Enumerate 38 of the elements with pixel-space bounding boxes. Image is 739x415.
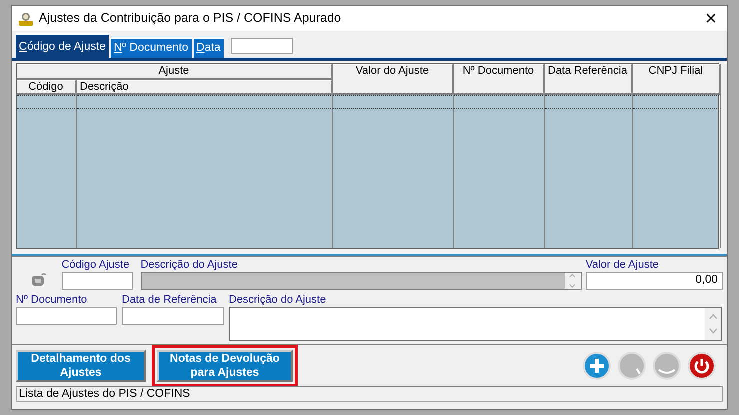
add-icon[interactable] [582, 350, 612, 380]
table-cell[interactable] [633, 95, 721, 109]
input-field[interactable] [122, 307, 224, 325]
field-label: Descrição do Ajuste [140, 259, 239, 272]
status-bar: Lista de Ajustes do PIS / COFINS [16, 386, 723, 402]
table-cell[interactable] [333, 95, 454, 109]
input-field[interactable]: 0,00 [586, 272, 723, 290]
column-header[interactable]: Descrição [77, 80, 333, 95]
column-header[interactable]: CNPJ Filial [633, 64, 721, 95]
field-label: Código Ajuste [62, 259, 131, 272]
field-label: Nº Documento [16, 294, 88, 307]
column-header[interactable]: Ajuste [17, 64, 333, 80]
power-icon[interactable] [687, 350, 717, 380]
action-button[interactable]: Detalhamento dos Ajustes [16, 350, 146, 382]
column-header[interactable]: Código [17, 80, 77, 95]
search-tab[interactable]: Nº Documento [110, 37, 192, 58]
table-cell[interactable] [454, 95, 545, 109]
input-field[interactable] [62, 272, 133, 290]
window-title: Ajustes da Contribuição para o PIS / COFINS Apurado [39, 10, 342, 28]
user-icon [18, 10, 34, 27]
device-icon [30, 271, 48, 288]
column-header[interactable]: Data Referência [545, 64, 633, 95]
table-cell[interactable] [77, 95, 333, 109]
table-cell[interactable] [545, 95, 633, 109]
action-button[interactable]: Notas de Devolução para Ajustes [157, 350, 293, 382]
text-area[interactable] [229, 307, 722, 341]
field-label: Descrição do Ajuste [229, 294, 328, 307]
column-header[interactable]: Nº Documento [454, 64, 545, 95]
table-cell[interactable] [17, 95, 77, 109]
search-field[interactable] [230, 38, 293, 54]
field-label: Valor de Ajuste [586, 259, 660, 272]
column-header[interactable]: Valor do Ajuste [333, 64, 454, 95]
input-field[interactable] [16, 307, 117, 325]
search-tab[interactable]: Data [194, 37, 224, 58]
search-tab[interactable]: Código de Ajuste [16, 33, 109, 58]
field-label: Data de Referência [122, 294, 218, 307]
close-button[interactable]: × [701, 8, 721, 28]
scroll-arrows-icon[interactable] [708, 313, 718, 335]
